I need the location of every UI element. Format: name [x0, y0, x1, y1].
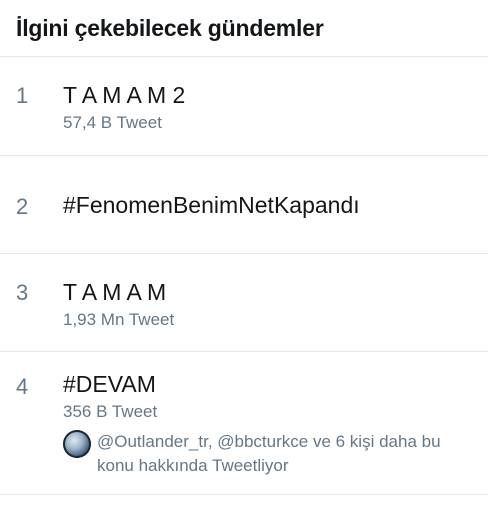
trend-tweet-count: 356 B Tweet — [63, 402, 158, 421]
trend-context: @Outlander_tr, @bbcturkce ve 6 kişi daha… — [63, 430, 476, 478]
trend-body: T A M A M 1,93 Mn Tweet — [63, 279, 476, 330]
trend-name: T A M A M — [63, 279, 167, 305]
trend-item-1[interactable]: 1 T A M A M 2 57,4 B Tweet — [0, 57, 488, 156]
trend-item-4[interactable]: 4 #DEVAM 356 B Tweet @Outlander_tr, @bbc… — [0, 352, 488, 495]
trend-body: #DEVAM 356 B Tweet @Outlander_tr, @bbctu… — [63, 371, 476, 478]
trend-tweet-count: 1,93 Mn Tweet — [63, 310, 175, 329]
page-title: İlgini çekebilecek gündemler — [16, 14, 324, 41]
trend-body: #FenomenBenimNetKapandı — [63, 192, 476, 219]
trend-name: #FenomenBenimNetKapandı — [63, 192, 360, 218]
trend-rank: 2 — [16, 194, 29, 219]
trend-tweet-count: 57,4 B Tweet — [63, 113, 162, 132]
trend-rank: 3 — [16, 280, 29, 305]
trend-item-2[interactable]: 2 #FenomenBenimNetKapandı — [0, 156, 488, 254]
trend-name: T A M A M 2 — [63, 82, 186, 108]
trend-rank: 4 — [16, 374, 29, 399]
moon-avatar-icon — [63, 430, 91, 458]
trend-name: #DEVAM — [63, 371, 156, 397]
trend-context-text: @Outlander_tr, @bbcturkce ve 6 kişi daha… — [97, 432, 441, 475]
trend-body: T A M A M 2 57,4 B Tweet — [63, 82, 476, 133]
trend-item-3[interactable]: 3 T A M A M 1,93 Mn Tweet — [0, 254, 488, 352]
trend-rank: 1 — [16, 83, 29, 108]
trends-header: İlgini çekebilecek gündemler — [0, 0, 488, 57]
